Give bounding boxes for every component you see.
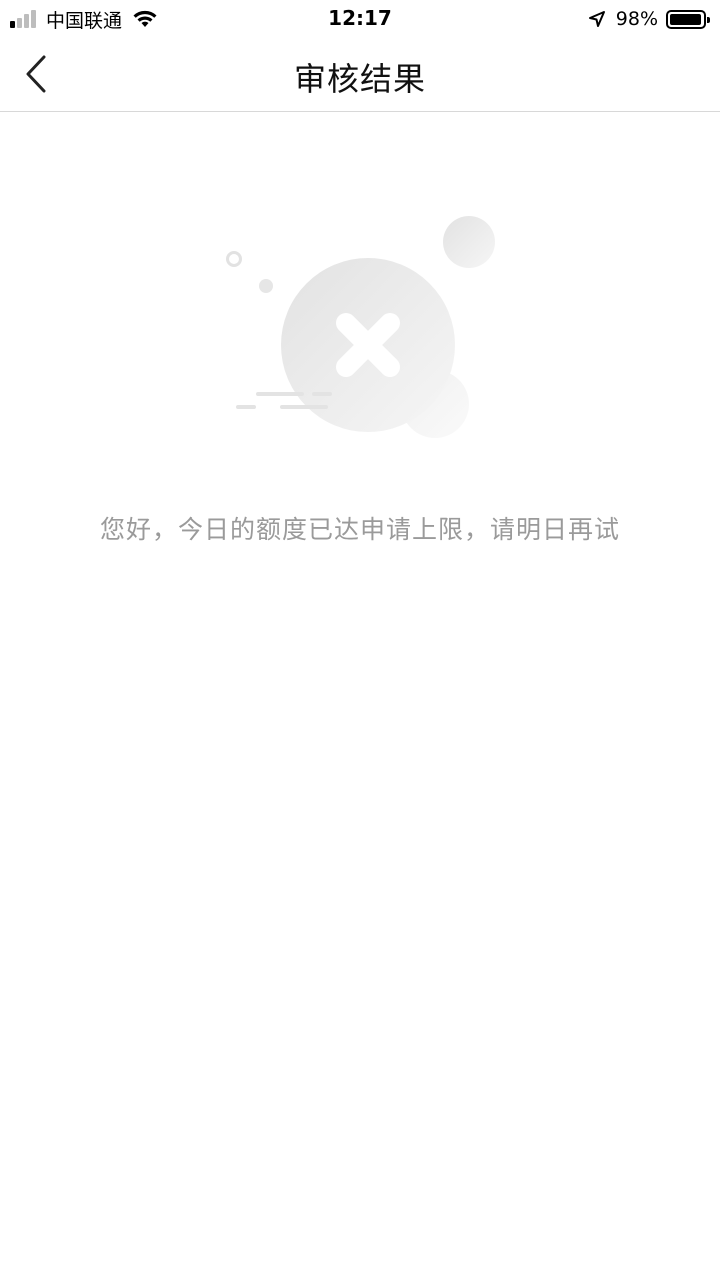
failure-illustration [226,216,495,438]
battery-icon [666,9,710,29]
battery-percent: 98% [615,8,658,30]
ring-decoration-icon [226,251,242,267]
page-title: 审核结果 [293,60,426,98]
dot-decoration-icon [259,279,273,293]
result-message: 您好，今日的额度已达申请上限，请明日再试 [99,515,620,544]
nav-bar: 审核结果 [0,38,720,112]
status-bar: 中国联通 12:17 98% [0,0,720,38]
screen: 中国联通 12:17 98% 审核结果 您好，今日的额度已达申请上限，请明日再试 [0,0,720,1280]
location-arrow-icon [588,11,605,27]
battery-fill [670,13,702,25]
status-right: 98% [588,7,710,31]
circle-decoration-icon [443,216,495,268]
